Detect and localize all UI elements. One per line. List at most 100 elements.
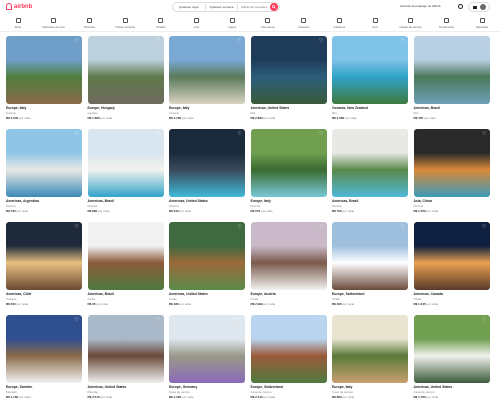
heart-icon[interactable]: ♡ [482,318,486,323]
heart-icon[interactable]: ♡ [319,39,323,44]
heart-icon[interactable]: ♡ [319,318,323,323]
listing-photo[interactable]: ♡ [169,129,245,197]
heart-icon[interactable]: ♡ [482,225,486,230]
listing-photo[interactable]: ♡ [413,315,490,383]
category-tab[interactable]: Arte [179,16,215,29]
listing-card[interactable]: ♡ Americas, Argentina Piscina R$ 730 por no… [6,129,82,215]
category-tab[interactable]: Mansões [464,16,500,29]
heart-icon[interactable]: ♡ [156,132,160,137]
heart-icon[interactable]: ♡ [238,39,242,44]
category-tab[interactable]: Ilhas [0,16,36,29]
heart-icon[interactable]: ♡ [238,132,242,137]
listing-photo[interactable]: ♡ [6,129,82,197]
heart-icon[interactable]: ♡ [401,132,405,137]
listing-card[interactable]: ♡ Europe, Germany Casa de campo R$ 1.320 po… [169,315,245,401]
category-tab[interactable]: Piscinas [71,16,107,29]
listing-location: Americas, Chile [6,292,32,296]
listing-photo[interactable]: ♡ [6,315,82,383]
listing-card[interactable]: ♡ Americas, Chile Cabana R$ 300 por noite [6,222,82,308]
category-tab[interactable]: Vistas incríveis [107,16,143,29]
airbnb-logo[interactable]: airbnb [6,3,32,10]
category-tab[interactable]: Casas de campo [393,16,429,29]
category-tab[interactable]: Lagos [214,16,250,29]
listing-card[interactable]: ♡ Europe, Switzerland Chalé R$ 460 por noit… [332,222,408,308]
heart-icon[interactable]: ♡ [156,39,160,44]
heart-icon[interactable]: ♡ [482,132,486,137]
listing-card[interactable]: ♡ Americas, Brazil Chalé R$ 35 por noite [87,222,164,308]
category-label: Casas de campo [399,25,422,29]
listing-card[interactable]: ♡ Europe, Italy Piscina R$ 570 por noite [250,129,327,215]
user-menu-button[interactable] [468,2,490,12]
listing-card[interactable]: ♡ Europe, Switzerland Casa de campo R$ 2.41… [250,315,327,401]
listing-photo[interactable]: ♡ [413,222,490,290]
price-value: R$ 2.945 [6,116,19,120]
search-bar[interactable]: Qualquer lugar Qualquer semana Adicionar… [172,2,280,12]
listing-card[interactable]: ♡ Europe, Italy Castelo R$ 3.790 por noite [169,36,245,122]
heart-icon[interactable]: ♡ [401,39,405,44]
listing-card[interactable]: ♡ Europe, Italy Casa de campo R$ 890 por no… [332,315,408,401]
listing-photo[interactable]: ♡ [413,129,490,197]
heart-icon[interactable]: ♡ [75,39,79,44]
heart-icon[interactable]: ♡ [238,225,242,230]
heart-icon[interactable]: ♡ [238,318,242,323]
listing-location: Europe, Italy [6,106,27,110]
price-value: R$ 730 [6,209,16,213]
globe-icon[interactable] [458,4,463,9]
category-tab[interactable]: Cabanas [321,16,357,29]
listing-photo[interactable]: ♡ [250,36,327,104]
listing-photo[interactable]: ♡ [332,129,408,197]
listing-photo[interactable]: ♡ [87,36,164,104]
listing-photo[interactable]: ♡ [87,222,164,290]
heart-icon[interactable]: ♡ [401,225,405,230]
listing-photo[interactable]: ♡ [250,222,327,290]
heart-icon[interactable]: ♡ [401,318,405,323]
heart-icon[interactable]: ♡ [75,225,79,230]
listing-card[interactable]: ♡ Americas, Brazil Piscina R$ 890 por noite [87,129,164,215]
heart-icon[interactable]: ♡ [75,318,79,323]
listing-photo[interactable]: ♡ [250,315,327,383]
heart-icon[interactable]: ♡ [75,132,79,137]
listing-card[interactable]: ♡ Americas, Brazil Piscina R$ 700 por noite [332,129,408,215]
listing-photo[interactable]: ♡ [6,36,82,104]
listing-card[interactable]: ♡ Americas, United States Mansão R$ 2.510 p… [87,315,164,401]
heart-icon[interactable]: ♡ [156,225,160,230]
listing-card[interactable]: ♡ Americas, United States Ilha R$ 2.890 por… [250,36,327,122]
search-where[interactable]: Qualquer lugar [173,4,206,10]
listing-card[interactable]: ♡ Europe, Sweden Mansão R$ 4.150 por noite [6,315,82,401]
listing-photo[interactable]: ♡ [169,315,245,383]
listing-photo[interactable]: ♡ [250,129,327,197]
listing-card[interactable]: ♡ Americas, United States Casa de campo R$ … [413,315,490,401]
listing-photo[interactable]: ♡ [332,36,408,104]
listing-photo[interactable]: ♡ [87,315,164,383]
heart-icon[interactable]: ♡ [156,318,160,323]
listing-card[interactable]: ♡ Americas, Brazil Ilha R$ 450 por noite [413,36,490,122]
search-button[interactable] [270,3,279,11]
category-tab[interactable]: Castelos [286,16,322,29]
listing-photo[interactable]: ♡ [413,36,490,104]
search-when[interactable]: Qualquer semana [206,4,239,10]
category-tab[interactable]: Chalés [143,16,179,29]
listing-photo[interactable]: ♡ [169,222,245,290]
listing-card[interactable]: ♡ Asia, China Piscina R$ 1.550 por noite [413,129,490,215]
listing-card[interactable]: ♡ Europe, Hungary Castelo R$ 1.680 por noit… [87,36,164,122]
heart-icon[interactable]: ♡ [482,39,486,44]
heart-icon[interactable]: ♡ [319,225,323,230]
listing-photo[interactable]: ♡ [332,315,408,383]
heart-icon[interactable]: ♡ [319,132,323,137]
listing-card[interactable]: ♡ Americas, Canada Chalé R$ 1.045 por noite [413,222,490,308]
category-tab[interactable]: Mansões de luxo [36,16,72,29]
listing-card[interactable]: ♡ Europe, Austria Chalé R$ 2.999 por noite [250,222,327,308]
listing-photo[interactable]: ♡ [332,222,408,290]
listing-card[interactable]: ♡ Europe, Italy Castelo R$ 2.945 por noite [6,36,82,122]
category-tab[interactable]: Surf [357,16,393,29]
listing-photo[interactable]: ♡ [6,222,82,290]
listing-card[interactable]: ♡ Americas, United States Piscina R$ 910 po… [169,129,245,215]
search-who[interactable]: Adicionar hóspedes [238,4,270,10]
category-tab[interactable]: Campismo [250,16,286,29]
listing-photo[interactable]: ♡ [87,129,164,197]
host-link[interactable]: Anuncie seu espaço no Airbnb [400,4,441,8]
category-tab[interactable]: Tendências [428,16,464,29]
listing-card[interactable]: ♡ Oceania, New Zealand Ilha R$ 4.360 por no… [332,36,408,122]
listing-card[interactable]: ♡ Americas, United States Chalé R$ 480 por … [169,222,245,308]
listing-photo[interactable]: ♡ [169,36,245,104]
